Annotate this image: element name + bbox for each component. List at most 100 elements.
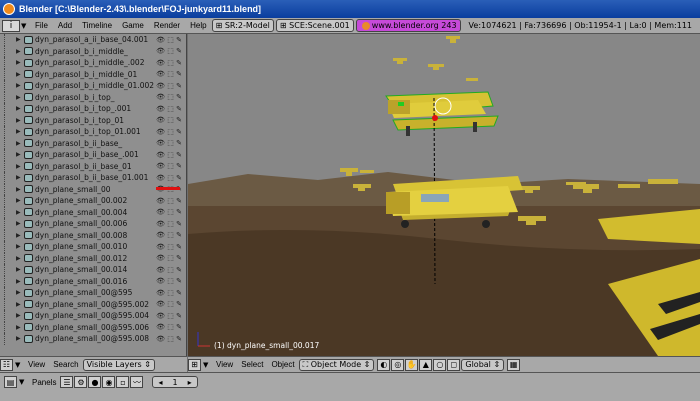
hand-manipulator-icon[interactable]: ✋ <box>405 358 419 371</box>
rotate-manipulator-icon[interactable]: ○ <box>433 358 447 371</box>
restrict-icons[interactable]: 👁 ⬚ ✎ <box>156 208 182 216</box>
restrict-icons[interactable]: 👁 ⬚ ✎ <box>156 174 182 182</box>
expand-triangle-icon[interactable]: ▶ <box>16 209 22 216</box>
outliner-row[interactable]: ▶ dyn_plane_small_00.004 👁 ⬚ ✎ <box>0 206 186 218</box>
restrict-icons[interactable]: 👁 ⬚ ✎ <box>156 59 182 67</box>
outliner-row[interactable]: ▶ dyn_parasol_b_ii_base_01.001 👁 ⬚ ✎ <box>0 172 186 184</box>
restrict-icons[interactable]: 👁 ⬚ ✎ <box>156 197 182 205</box>
expand-triangle-icon[interactable]: ▶ <box>16 71 22 78</box>
expand-triangle-icon[interactable]: ▶ <box>16 140 22 147</box>
collapse-arrow-icon[interactable]: ▼ <box>21 22 29 30</box>
outliner-row[interactable]: ▶ dyn_plane_small_00.014 👁 ⬚ ✎ <box>0 264 186 276</box>
outliner-row[interactable]: ▶ dyn_parasol_b_i_top_01 👁 ⬚ ✎ <box>0 114 186 126</box>
outliner-row[interactable]: ▶ dyn_plane_small_00@595.004 👁 ⬚ ✎ <box>0 310 186 322</box>
outliner-row[interactable]: ▶ dyn_plane_small_00.010 👁 ⬚ ✎ <box>0 241 186 253</box>
3d-viewport[interactable]: (1) dyn_plane_small_00.017 <box>188 34 700 356</box>
restrict-icons[interactable]: 👁 ⬚ ✎ <box>156 36 182 44</box>
viewport-select-menu[interactable]: Select <box>241 360 263 369</box>
expand-triangle-icon[interactable]: ▶ <box>16 128 22 135</box>
menu-help[interactable]: Help <box>190 21 206 30</box>
outliner-row[interactable]: ▶ dyn_parasol_b_i_middle_ 👁 ⬚ ✎ <box>0 45 186 57</box>
expand-triangle-icon[interactable]: ▶ <box>16 266 22 273</box>
outliner-row[interactable]: ▶ dyn_parasol_b_i_middle_.002 👁 ⬚ ✎ <box>0 57 186 69</box>
page-prev-icon[interactable]: ◂ <box>153 378 167 387</box>
expand-triangle-icon[interactable]: ▶ <box>16 220 22 227</box>
outliner-row[interactable]: ▶ dyn_parasol_b_i_middle_01 👁 ⬚ ✎ <box>0 68 186 80</box>
expand-triangle-icon[interactable]: ▶ <box>16 48 22 55</box>
restrict-icons[interactable]: 👁 ⬚ ✎ <box>156 277 182 285</box>
pivot-point-icon[interactable]: ◎ <box>391 358 405 371</box>
outliner-row[interactable]: ▶ dyn_plane_small_00@595.008 👁 ⬚ ✎ <box>0 333 186 345</box>
outliner-search-menu[interactable]: Search <box>53 360 78 369</box>
outliner-row[interactable]: ▶ dyn_parasol_b_ii_base_.001 👁 ⬚ ✎ <box>0 149 186 161</box>
mode-selector[interactable]: ⛶ Object Mode ⇕ <box>298 358 375 371</box>
shading-context-icon[interactable]: ● <box>88 376 102 388</box>
page-stepper[interactable]: ◂ 1 ▸ <box>152 376 198 388</box>
menu-timeline[interactable]: Timeline <box>82 21 112 30</box>
blender-url-button[interactable]: www.blender.org 243 <box>355 19 461 32</box>
scene-selector[interactable]: ⊞ SCE:Scene.001 <box>275 19 354 32</box>
outliner-row[interactable]: ▶ dyn_plane_small_00@595 👁 ⬚ ✎ <box>0 287 186 299</box>
object-context-icon[interactable]: ◉ <box>102 376 116 388</box>
restrict-icons[interactable]: 👁 ⬚ ✎ <box>156 93 182 101</box>
script-context-icon[interactable]: ⚙ <box>74 376 88 388</box>
outliner-row[interactable]: ▶ dyn_plane_small_00.002 👁 ⬚ ✎ <box>0 195 186 207</box>
outliner-row[interactable]: ▶ dyn_parasol_b_ii_base_01 👁 ⬚ ✎ <box>0 160 186 172</box>
restrict-icons[interactable]: 👁 ⬚ ✎ <box>156 312 182 320</box>
menu-add[interactable]: Add <box>58 21 72 30</box>
outliner-panel[interactable]: ▶ dyn_parasol_a_ii_base_04.001 👁 ⬚ ✎ ▶ dyn_p… <box>0 34 187 356</box>
expand-triangle-icon[interactable]: ▶ <box>16 82 22 89</box>
viewport-view-menu[interactable]: View <box>216 360 233 369</box>
restrict-icons[interactable]: 👁 ⬚ ✎ <box>156 231 182 239</box>
viewport-collapse-arrow-icon[interactable]: ▼ <box>203 361 211 369</box>
restrict-icons[interactable]: 👁 ⬚ ✎ <box>156 151 182 159</box>
restrict-icons[interactable]: 👁 ⬚ ✎ <box>156 47 182 55</box>
outliner-row[interactable]: ▶ dyn_plane_small_00@595.002 👁 ⬚ ✎ <box>0 298 186 310</box>
expand-triangle-icon[interactable]: ▶ <box>16 151 22 158</box>
translate-manipulator-icon[interactable]: ▲ <box>419 358 433 371</box>
outliner-row[interactable]: ▶ dyn_plane_small_00.006 👁 ⬚ ✎ <box>0 218 186 230</box>
menu-file[interactable]: File <box>35 21 48 30</box>
outliner-row[interactable]: ▶ dyn_parasol_b_i_top_.001 👁 ⬚ ✎ <box>0 103 186 115</box>
expand-triangle-icon[interactable]: ▶ <box>16 174 22 181</box>
restrict-icons[interactable]: 👁 ⬚ ✎ <box>156 82 182 90</box>
restrict-icons[interactable]: 👁 ⬚ ✎ <box>156 116 182 124</box>
outliner-row[interactable]: ▶ dyn_plane_small_00.008 👁 ⬚ ✎ <box>0 229 186 241</box>
draw-type-icon[interactable]: ◐ <box>377 358 391 371</box>
outliner-row[interactable]: ▶ dyn_parasol_b_i_middle_01.002 👁 ⬚ ✎ <box>0 80 186 92</box>
restrict-icons[interactable]: 👁 ⬚ ✎ <box>156 254 182 262</box>
outliner-row[interactable]: ▶ dyn_plane_small_00.016 👁 ⬚ ✎ <box>0 275 186 287</box>
restrict-icons[interactable]: 👁 ⬚ ✎ <box>156 105 182 113</box>
logic-context-icon[interactable]: ☰ <box>60 376 74 388</box>
editing-context-icon[interactable]: ▫ <box>116 376 130 388</box>
outliner-display-dropdown[interactable]: Visible Layers ⇕ <box>82 358 155 371</box>
expand-triangle-icon[interactable]: ▶ <box>16 301 22 308</box>
viewport-window-type-icon[interactable]: ⊞ <box>188 358 201 371</box>
restrict-icons[interactable]: 👁 ⬚ ✎ <box>156 266 182 274</box>
restrict-icons[interactable]: 👁 ⬚ ✎ <box>156 70 182 78</box>
scene-context-icon[interactable]: 〰 <box>130 376 144 388</box>
expand-triangle-icon[interactable]: ▶ <box>16 335 22 342</box>
outliner-view-menu[interactable]: View <box>28 360 45 369</box>
expand-triangle-icon[interactable]: ▶ <box>16 197 22 204</box>
restrict-icons[interactable]: 👁 ⬚ ✎ <box>156 139 182 147</box>
outliner-row[interactable]: ▶ dyn_parasol_a_ii_base_04.001 👁 ⬚ ✎ <box>0 34 186 46</box>
buttons-window-type-icon[interactable]: ▤ <box>4 376 17 388</box>
layer-button-icon[interactable]: ▦ <box>507 358 521 371</box>
expand-triangle-icon[interactable]: ▶ <box>16 278 22 285</box>
restrict-icons[interactable]: 👁 ⬚ ✎ <box>156 289 182 297</box>
restrict-icons[interactable]: 👁 ⬚ ✎ <box>156 128 182 136</box>
restrict-icons[interactable]: 👁 ⬚ ✎ <box>156 323 182 331</box>
screen-selector[interactable]: ⊞ SR:2-Model <box>211 19 274 32</box>
outliner-row[interactable]: ▶ dyn_parasol_b_ii_base_ 👁 ⬚ ✎ <box>0 137 186 149</box>
restrict-icons[interactable]: 👁 ⬚ ✎ <box>156 300 182 308</box>
expand-triangle-icon[interactable]: ▶ <box>16 232 22 239</box>
buttons-collapse-arrow-icon[interactable]: ▼ <box>19 378 27 386</box>
expand-triangle-icon[interactable]: ▶ <box>16 255 22 262</box>
info-window-type-icon[interactable]: i <box>2 19 20 32</box>
outliner-window-type-icon[interactable]: ☷ <box>0 358 13 371</box>
page-next-icon[interactable]: ▸ <box>183 378 197 387</box>
restrict-icons[interactable]: 👁 ⬚ ✎ <box>156 335 182 343</box>
expand-triangle-icon[interactable]: ▶ <box>16 36 22 43</box>
restrict-icons[interactable]: 👁 ⬚ ✎ <box>156 243 182 251</box>
